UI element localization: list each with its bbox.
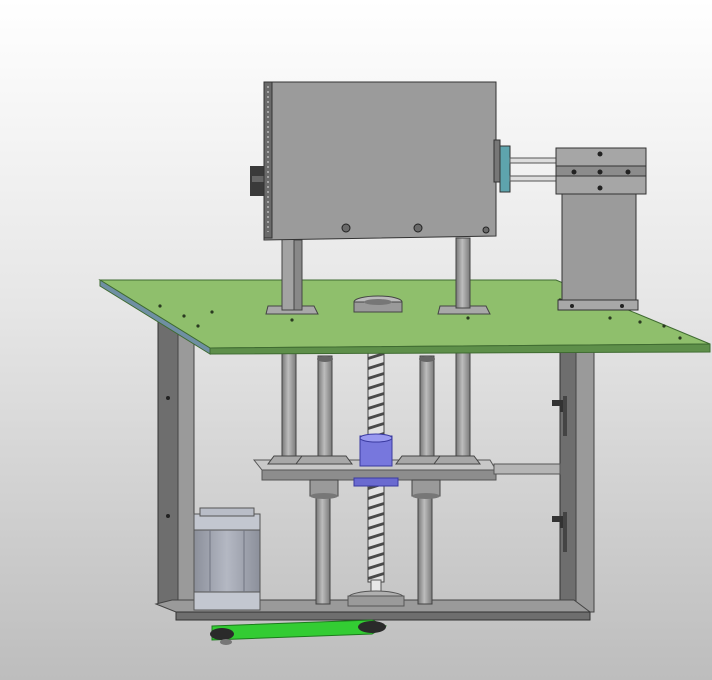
frame-left-leg xyxy=(157,319,195,613)
cad-viewport[interactable] xyxy=(0,0,712,680)
drive-belt xyxy=(210,619,388,645)
moving-carriage xyxy=(252,455,561,499)
top-housing xyxy=(263,81,559,241)
lead-screw-nut xyxy=(353,433,399,487)
frame-right-leg xyxy=(552,351,595,613)
cad-model-drawing xyxy=(98,81,711,645)
side-block xyxy=(555,147,647,311)
stepper-motor xyxy=(193,507,261,611)
